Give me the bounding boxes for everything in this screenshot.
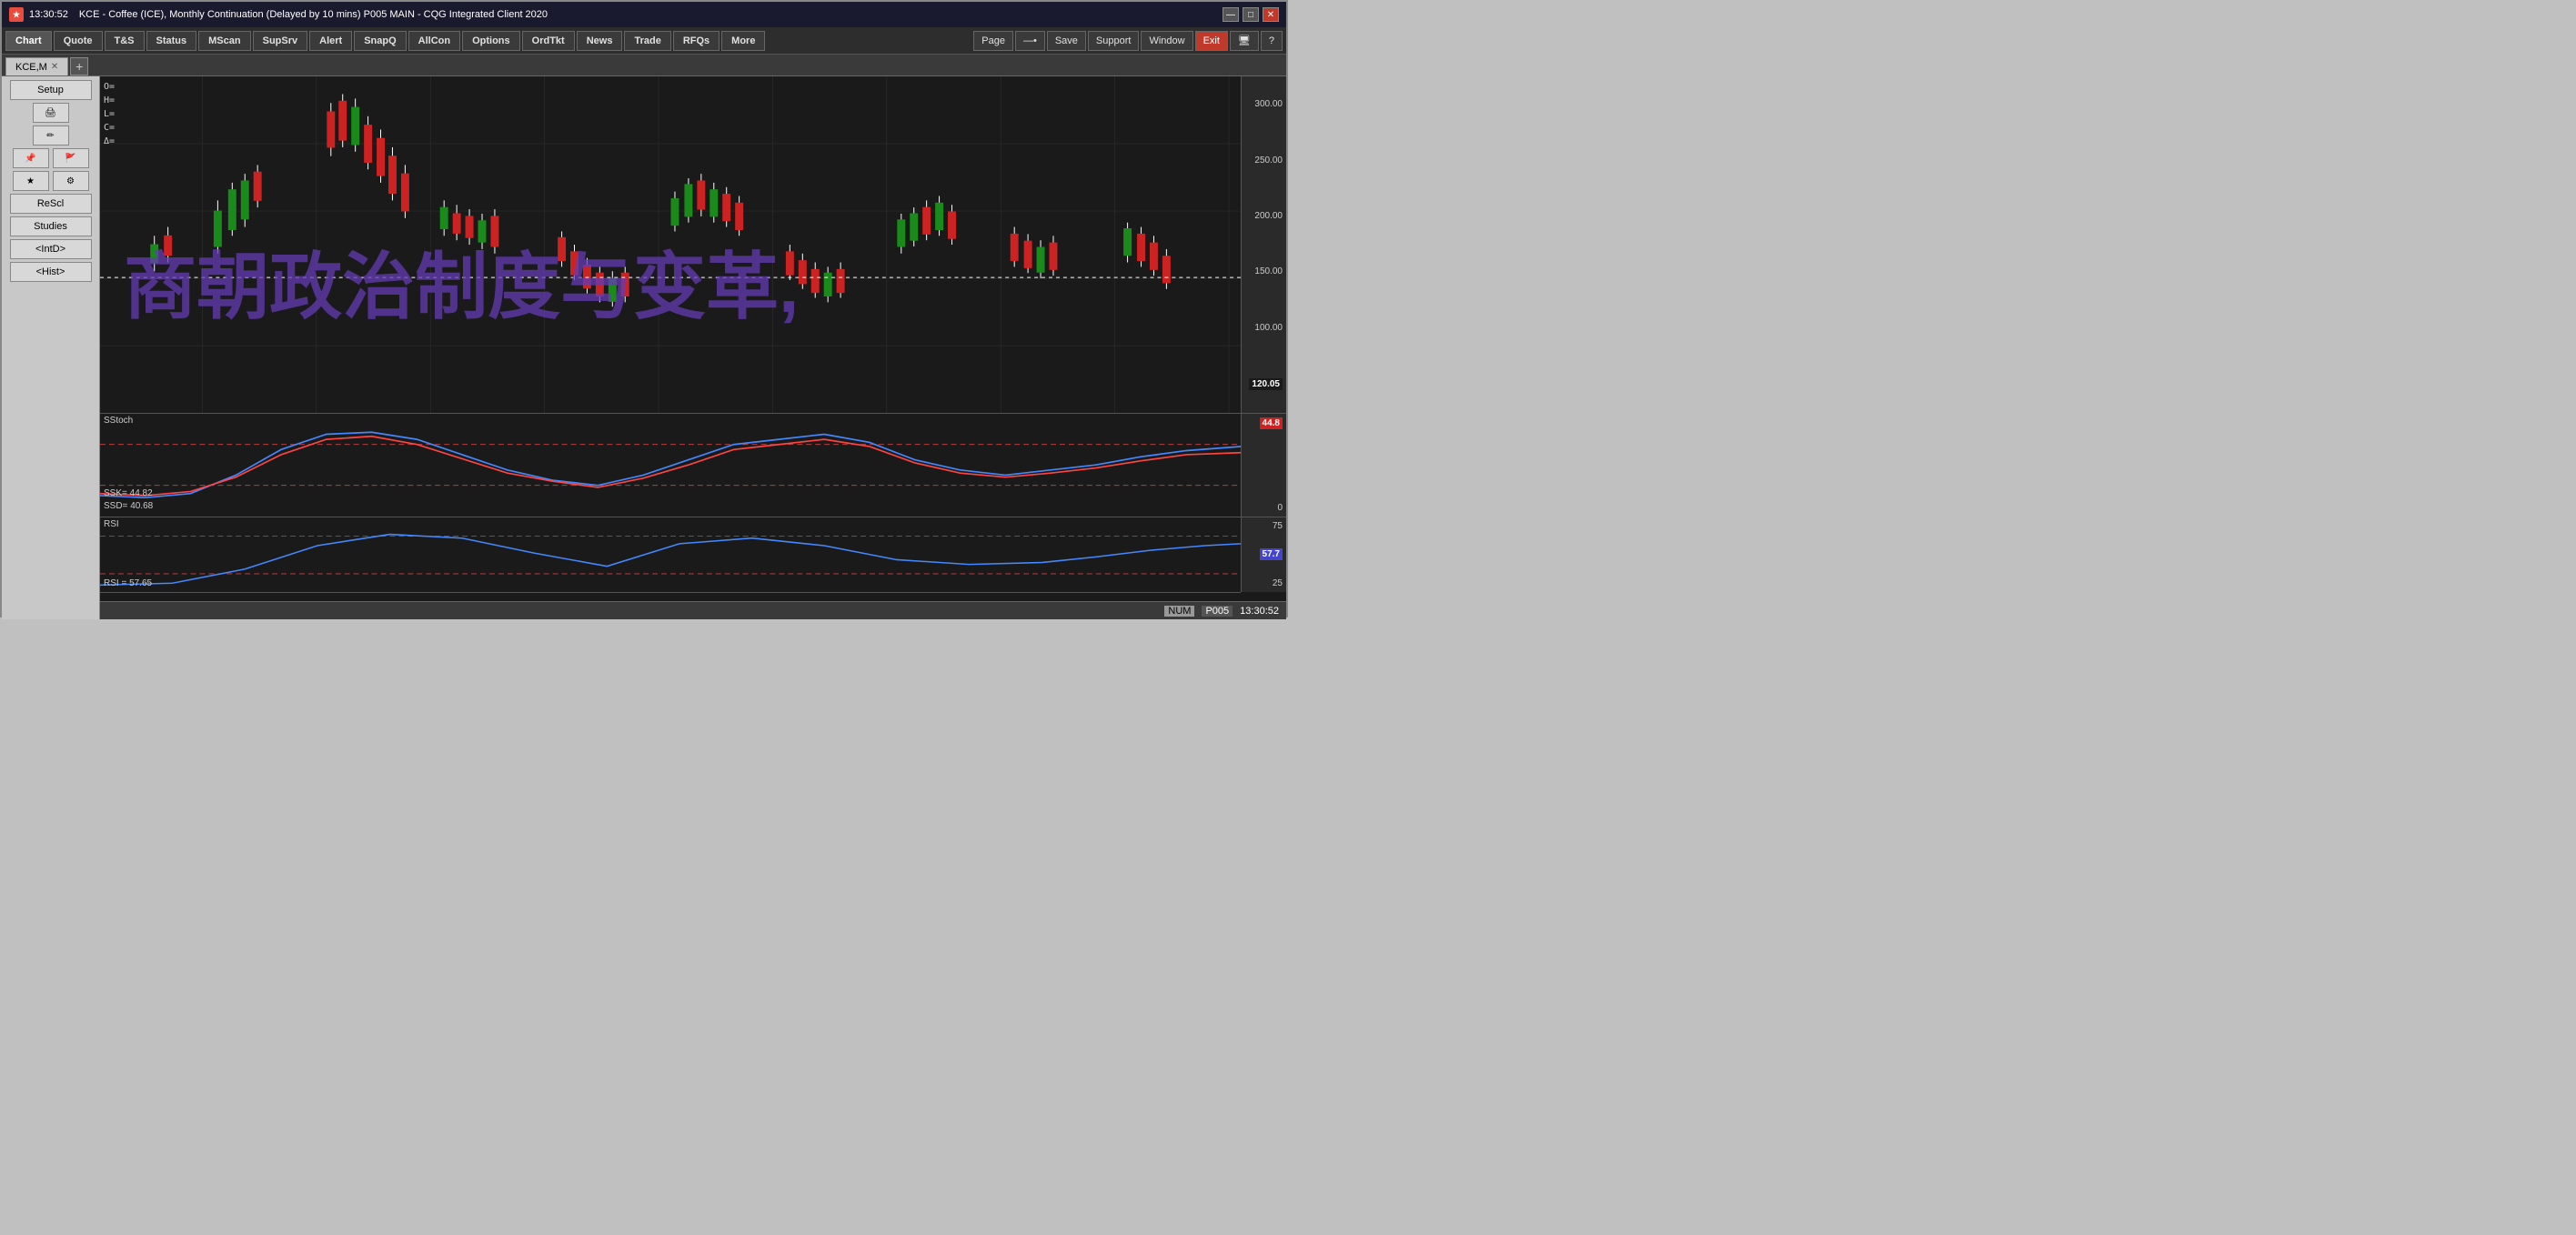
restore-button[interactable]: □ — [1243, 7, 1259, 22]
menu-allcon[interactable]: AllCon — [408, 31, 460, 51]
tab-close-icon[interactable]: ✕ — [51, 62, 58, 72]
sidebar-icon-row-2: ✏ — [33, 126, 69, 146]
minimize-button[interactable]: — — [1223, 7, 1239, 22]
stoch-values: SSK= 44.82 SSD= 40.68 — [104, 487, 153, 513]
rescl-button[interactable]: ReScl — [10, 194, 92, 214]
delta-value: Δ= — [104, 135, 115, 148]
price-level-100: 100.00 — [1254, 323, 1283, 333]
status-bar: NUM P005 13:30:52 — [100, 601, 1286, 619]
menu-bar: Chart Quote T&S Status MScan SupSrv Aler… — [2, 27, 1286, 55]
stoch-zero: 0 — [1277, 503, 1283, 513]
right-menu-bar: Page —• Save Support Window Exit 🖥 ? — [973, 31, 1283, 51]
rsi-values: RSI = 57.65 — [104, 578, 152, 588]
flag-button[interactable]: 🚩 — [53, 148, 89, 168]
title-left: ★ 13:30:52 KCE - Coffee (ICE), Monthly C… — [9, 7, 548, 22]
rsi-svg — [100, 517, 1241, 593]
menu-mscan[interactable]: MScan — [198, 31, 250, 51]
main-content: Setup 🖨 ✏ 📌 🚩 ★ ⚙ ReScl Studies <IntD> <… — [2, 76, 1286, 619]
rsi-75: 75 — [1273, 521, 1283, 531]
num-badge: NUM — [1164, 606, 1194, 617]
star-button[interactable]: ★ — [13, 171, 49, 191]
window-controls[interactable]: — □ ✕ — [1223, 7, 1279, 22]
price-level-300: 300.00 — [1254, 99, 1283, 109]
tab-label: KCE,M — [15, 62, 47, 73]
setup-button[interactable]: Setup — [10, 80, 92, 100]
price-level-200: 200.00 — [1254, 211, 1283, 221]
current-price-badge: 120.05 — [1249, 378, 1283, 390]
menu-alert[interactable]: Alert — [309, 31, 352, 51]
edit-button[interactable]: ✏ — [33, 126, 69, 146]
pin-button[interactable]: 📌 — [13, 148, 49, 168]
price-level-150: 150.00 — [1254, 266, 1283, 276]
menu-supsrv[interactable]: SupSrv — [253, 31, 308, 51]
print-button[interactable]: 🖨 — [33, 103, 69, 123]
menu-more[interactable]: More — [721, 31, 765, 51]
app-icon: ★ — [9, 7, 24, 22]
close-value: C= — [104, 121, 115, 135]
price-yaxis: 300.00 250.00 200.00 150.00 100.00 120.0… — [1241, 76, 1286, 413]
chart-area: O= H= L= C= Δ= — [100, 76, 1286, 619]
right-support-btn[interactable]: Support — [1088, 31, 1140, 51]
sidebar: Setup 🖨 ✏ 📌 🚩 ★ ⚙ ReScl Studies <IntD> <… — [2, 76, 100, 619]
menu-ts[interactable]: T&S — [105, 31, 145, 51]
ohlc-info: O= H= L= C= Δ= — [104, 80, 115, 148]
menu-snapq[interactable]: SnapQ — [354, 31, 406, 51]
intd-button[interactable]: <IntD> — [10, 239, 92, 259]
gear-button[interactable]: ⚙ — [53, 171, 89, 191]
price-chart-svg — [100, 76, 1241, 413]
close-button[interactable]: ✕ — [1263, 7, 1279, 22]
right-exit-btn[interactable]: Exit — [1195, 31, 1228, 51]
page-badge: P005 — [1202, 606, 1233, 617]
right-monitor-btn[interactable]: 🖥 — [1230, 31, 1259, 51]
low-value: L= — [104, 107, 115, 121]
title-full: KCE - Coffee (ICE), Monthly Continuation… — [79, 9, 548, 20]
rsi-badge: 57.7 — [1260, 548, 1283, 560]
right-page-btn[interactable]: Page — [973, 31, 1013, 51]
price-level-250: 250.00 — [1254, 156, 1283, 166]
open-value: O= — [104, 80, 115, 94]
rsi-label: RSI — [104, 519, 119, 529]
rsi-yaxis: 75 57.7 25 — [1241, 517, 1286, 593]
rsi-area: RSI RSI = 57.65 — [100, 517, 1241, 593]
stochastic-area: SStoch SSK= 44.82 SSD= 40.68 — [100, 413, 1241, 516]
hist-button[interactable]: <Hist> — [10, 262, 92, 282]
menu-quote[interactable]: Quote — [54, 31, 103, 51]
menu-options[interactable]: Options — [462, 31, 520, 51]
add-tab-button[interactable]: + — [70, 57, 88, 75]
menu-rfqs[interactable]: RFQs — [673, 31, 719, 51]
stoch-yaxis: 44.8 0 — [1241, 413, 1286, 516]
right-save-btn[interactable]: Save — [1047, 31, 1086, 51]
high-value: H= — [104, 94, 115, 107]
time-badge: 13:30:52 — [1240, 606, 1279, 617]
sidebar-icon-row-3: 📌 🚩 — [13, 148, 89, 168]
right-dash-btn[interactable]: —• — [1015, 31, 1045, 51]
right-help-btn[interactable]: ? — [1261, 31, 1283, 51]
menu-chart[interactable]: Chart — [5, 31, 52, 51]
ssk-label: SSK= 44.82 — [104, 487, 153, 500]
stoch-badge: 44.8 — [1260, 417, 1283, 429]
right-window-btn[interactable]: Window — [1141, 31, 1192, 51]
active-tab[interactable]: KCE,M ✕ — [5, 57, 68, 75]
ssd-label: SSD= 40.68 — [104, 500, 153, 513]
price-chart — [100, 76, 1241, 413]
menu-ordtkt[interactable]: OrdTkt — [522, 31, 575, 51]
sidebar-icon-row-4: ★ ⚙ — [13, 171, 89, 191]
menu-trade[interactable]: Trade — [624, 31, 670, 51]
menu-status[interactable]: Status — [146, 31, 197, 51]
title-bar: ★ 13:30:52 KCE - Coffee (ICE), Monthly C… — [2, 2, 1286, 27]
rsi-25: 25 — [1273, 578, 1283, 588]
sidebar-icon-row-1: 🖨 — [33, 103, 69, 123]
stoch-label: SStoch — [104, 416, 133, 426]
menu-news[interactable]: News — [577, 31, 623, 51]
title-text: 13:30:52 — [29, 9, 68, 20]
tab-bar: KCE,M ✕ + — [2, 55, 1286, 76]
stoch-svg — [100, 414, 1241, 516]
studies-button[interactable]: Studies — [10, 216, 92, 236]
